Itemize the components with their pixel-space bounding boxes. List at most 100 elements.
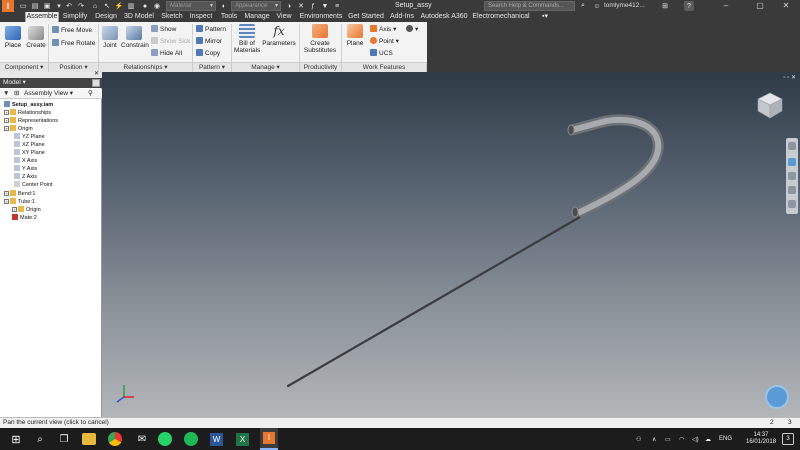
viewport-window-controls[interactable]: ▫ ▫ ✕ [783, 74, 796, 81]
tab-sketch[interactable]: Sketch [159, 12, 185, 22]
group-position[interactable]: Position ▾ [49, 62, 99, 72]
full-navigation-wheel-icon[interactable] [788, 142, 796, 150]
view-toggle-icon[interactable]: ⊞ [14, 89, 19, 99]
task-view-icon[interactable]: ❐ [56, 431, 72, 447]
browser-node-mate-2[interactable]: Mate:2 [12, 214, 37, 222]
browser-close-icon[interactable]: ✕ [94, 70, 99, 77]
people-icon[interactable]: ⚇ [636, 428, 641, 450]
plane-button[interactable]: Plane [344, 24, 366, 47]
settings-icon[interactable]: ◉ [152, 1, 162, 11]
tube-rod[interactable] [286, 215, 582, 388]
open-icon[interactable]: ▤ [30, 1, 40, 11]
update-icon[interactable]: ⚡ [114, 1, 124, 11]
browser-node-relationships[interactable]: + Relationships [4, 109, 51, 117]
bend-part[interactable] [570, 114, 664, 218]
clear-appearance-icon[interactable]: ✕ [296, 1, 306, 11]
browser-node-center-point[interactable]: Center Point [14, 181, 53, 189]
show-sick-button[interactable]: Show Sick [151, 37, 190, 46]
chrome-icon[interactable] [108, 432, 122, 446]
free-rotate-button[interactable]: Free Rotate [52, 39, 95, 48]
zoom-icon[interactable] [788, 172, 796, 180]
filter-icon[interactable]: ▼ [3, 89, 9, 99]
axis-button[interactable]: Axis ▾ [370, 25, 396, 34]
tab-inspect[interactable]: Inspect [187, 12, 215, 22]
expand-icon[interactable]: + [12, 207, 17, 212]
undo-icon[interactable]: ↶ [64, 1, 74, 11]
steering-wheel-icon[interactable] [765, 385, 789, 409]
fx-icon[interactable]: ƒ [308, 1, 318, 11]
search-icon[interactable]: ⌕ [32, 431, 48, 447]
group-pattern[interactable]: Pattern ▾ [193, 62, 232, 72]
battery-icon[interactable]: ▭ [665, 428, 671, 450]
notifications-icon[interactable]: 3 [782, 433, 794, 445]
close-button[interactable]: ✕ [770, 0, 800, 12]
expand-icon[interactable]: + [4, 199, 9, 204]
free-move-button[interactable]: Free Move [52, 26, 92, 35]
place-button[interactable]: Place [3, 26, 23, 49]
tab-manage[interactable]: Manage [242, 12, 272, 22]
tab-autodesk-a360[interactable]: Autodesk A360 [419, 12, 469, 22]
user-icon[interactable]: ☺ [592, 1, 602, 11]
browser-node-tube-1[interactable]: + Tube:1 [4, 198, 35, 206]
browser-add-icon[interactable] [92, 79, 100, 87]
select-icon[interactable]: ↖ [102, 1, 112, 11]
assembly-view-select[interactable]: Assembly View ▾ [24, 89, 73, 99]
browser-node-origin[interactable]: + Origin [12, 206, 41, 214]
expand-icon[interactable]: + [4, 191, 9, 196]
user-name[interactable]: tomlyme412... [604, 2, 645, 9]
onedrive-icon[interactable]: ☁ [705, 428, 711, 450]
tab-3d-model[interactable]: 3D Model [122, 12, 156, 22]
create-button[interactable]: Create [25, 26, 47, 49]
browser-node-xy-plane[interactable]: XY Plane [14, 149, 45, 157]
pattern-button[interactable]: Pattern [196, 25, 226, 34]
group-component[interactable]: Component ▾ [0, 62, 49, 72]
copy-button[interactable]: Copy [196, 49, 220, 58]
look-at-icon[interactable] [788, 200, 796, 208]
parameters-button[interactable]: fx Parameters [262, 24, 296, 47]
expand-icon[interactable]: + [4, 110, 9, 115]
language-indicator[interactable]: ENG [719, 428, 732, 450]
browser-node-yz-plane[interactable]: YZ Plane [14, 133, 45, 141]
parameter-icon[interactable]: ▼ [320, 1, 330, 11]
material-combo[interactable]: Material ▾ [166, 1, 216, 11]
measure-icon[interactable]: ▥ [126, 1, 136, 11]
expand-icon[interactable]: + [4, 118, 9, 123]
group-relationships[interactable]: Relationships ▾ [99, 62, 193, 72]
customize-icon[interactable]: ≡ [332, 1, 342, 11]
save-icon[interactable]: ▣ [42, 1, 52, 11]
tab-assemble[interactable]: Assemble [25, 12, 59, 22]
wifi-icon[interactable]: ◠ [679, 428, 684, 450]
browser-node-bend-1[interactable]: + Bend:1 [4, 190, 35, 198]
inventor-taskbar-button[interactable]: I [260, 428, 278, 450]
tab-simplify[interactable]: Simplify [60, 12, 90, 22]
pan-icon[interactable] [788, 158, 796, 166]
browser-header[interactable]: Model ▾ [0, 78, 102, 88]
save-arrow-icon[interactable]: ▾ [54, 1, 64, 11]
start-icon[interactable]: ⊞ [8, 431, 24, 447]
excel-icon[interactable]: X [236, 433, 249, 446]
appearance-icon[interactable]: ◑ [284, 1, 294, 11]
mirror-button[interactable]: Mirror [196, 37, 222, 46]
tab-get-started[interactable]: Get Started [346, 12, 386, 22]
search-icon[interactable]: ⌕ [578, 1, 588, 11]
material-icon[interactable]: ◐ [219, 1, 229, 11]
graphics-viewport[interactable]: ▫ ▫ ✕ [102, 72, 800, 417]
mail-icon[interactable]: ✉ [134, 431, 150, 447]
color-icon[interactable]: ● [140, 1, 150, 11]
group-manage[interactable]: Manage ▾ [232, 62, 300, 72]
ucs-button[interactable]: UCS [370, 49, 393, 58]
home-icon[interactable]: ⌂ [90, 1, 100, 11]
file-explorer-icon[interactable] [82, 433, 96, 445]
constrain-button[interactable]: Constrain [121, 26, 149, 49]
browser-node-xz-plane[interactable]: XZ Plane [14, 141, 45, 149]
find-icon[interactable]: ⚲ [88, 89, 93, 99]
cart-icon[interactable]: ⊞ [660, 1, 670, 11]
tab-electromechanical[interactable]: Electromechanical [472, 12, 530, 22]
point-button[interactable]: Point ▾ [370, 37, 399, 46]
search-input[interactable]: Search Help & Commands... [484, 1, 575, 11]
spotify-icon[interactable] [184, 432, 198, 446]
minimize-button[interactable]: – [710, 0, 742, 12]
browser-node-representations[interactable]: + Representations [4, 117, 58, 125]
tray-expand-icon[interactable]: ∧ [652, 428, 656, 450]
browser-node-x-axis[interactable]: X Axis [14, 157, 37, 165]
